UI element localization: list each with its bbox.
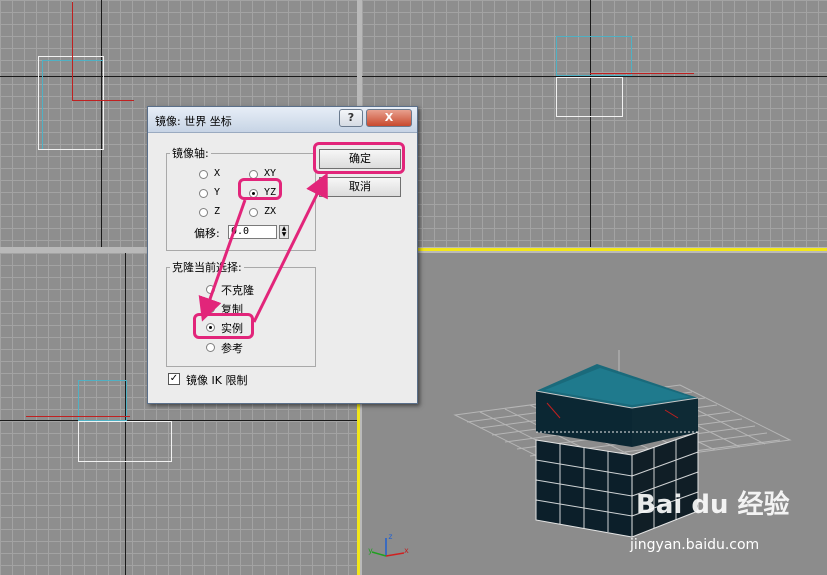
box-object-outline bbox=[78, 421, 172, 462]
radio-instance-label: 实例 bbox=[221, 322, 243, 335]
radio-axis-x[interactable] bbox=[199, 170, 208, 179]
radio-axis-zx[interactable] bbox=[249, 208, 258, 217]
offset-spinner[interactable]: ▲ ▼ bbox=[279, 225, 289, 239]
watermark-logo: Bai du 经验 bbox=[636, 490, 790, 520]
radio-axis-xy-label: XY bbox=[264, 168, 277, 179]
offset-input[interactable]: 0.0 bbox=[228, 225, 277, 239]
radio-axis-z-label: Z bbox=[214, 206, 221, 217]
mirror-ik-label: 镜像 IK 限制 bbox=[186, 374, 248, 387]
radio-axis-xy[interactable] bbox=[249, 170, 258, 179]
watermark-url: jingyan.baidu.com bbox=[630, 537, 760, 553]
gizmo-axis-x bbox=[72, 100, 134, 101]
radio-reference[interactable] bbox=[206, 343, 215, 352]
mirror-axis-label: 镜像轴: bbox=[170, 145, 211, 161]
axis-label-z: z bbox=[388, 532, 393, 541]
help-button[interactable]: ? bbox=[339, 109, 363, 127]
axis-label-y: y bbox=[368, 546, 373, 555]
axis-label-x: x bbox=[404, 546, 409, 555]
dialog-titlebar[interactable]: 镜像: 世界 坐标 ? X bbox=[148, 107, 417, 133]
close-button[interactable]: X bbox=[366, 109, 412, 127]
radio-axis-yz-label: YZ bbox=[264, 187, 277, 198]
mirror-ik-checkbox[interactable]: ✓ bbox=[168, 373, 180, 385]
radio-copy[interactable] bbox=[206, 304, 215, 313]
ok-button[interactable]: 确定 bbox=[319, 149, 401, 169]
radio-axis-zx-label: ZX bbox=[264, 206, 277, 217]
gizmo-axis-x bbox=[590, 73, 694, 74]
radio-copy-label: 复制 bbox=[221, 303, 243, 316]
radio-reference-label: 参考 bbox=[221, 342, 243, 355]
radio-axis-y[interactable] bbox=[199, 189, 208, 198]
clone-selection-label: 克隆当前选择: bbox=[170, 259, 244, 275]
radio-no-clone-label: 不克隆 bbox=[221, 284, 254, 297]
mirrored-box-outline bbox=[556, 36, 632, 76]
radio-axis-x-label: X bbox=[214, 168, 221, 179]
dialog-title: 镜像: 世界 坐标 bbox=[155, 115, 232, 128]
radio-instance[interactable] bbox=[206, 323, 215, 332]
radio-axis-y-label: Y bbox=[214, 187, 221, 198]
radio-axis-z[interactable] bbox=[199, 208, 208, 217]
gizmo-axis-x bbox=[26, 416, 130, 417]
viewport-perspective[interactable] bbox=[360, 251, 827, 575]
box-object-outline bbox=[556, 77, 623, 117]
radio-axis-yz[interactable] bbox=[249, 189, 258, 198]
gizmo-axis-y bbox=[72, 2, 73, 100]
offset-label: 偏移: bbox=[194, 227, 220, 240]
box-object-outline bbox=[38, 56, 104, 150]
mirrored-box-outline bbox=[78, 380, 127, 421]
radio-no-clone[interactable] bbox=[206, 285, 215, 294]
cancel-button[interactable]: 取消 bbox=[319, 177, 401, 197]
mirror-dialog: 镜像: 世界 坐标 ? X 镜像轴: X Y Z XY YZ ZX 偏移: 0.… bbox=[147, 106, 418, 404]
grid-axis bbox=[0, 420, 357, 421]
